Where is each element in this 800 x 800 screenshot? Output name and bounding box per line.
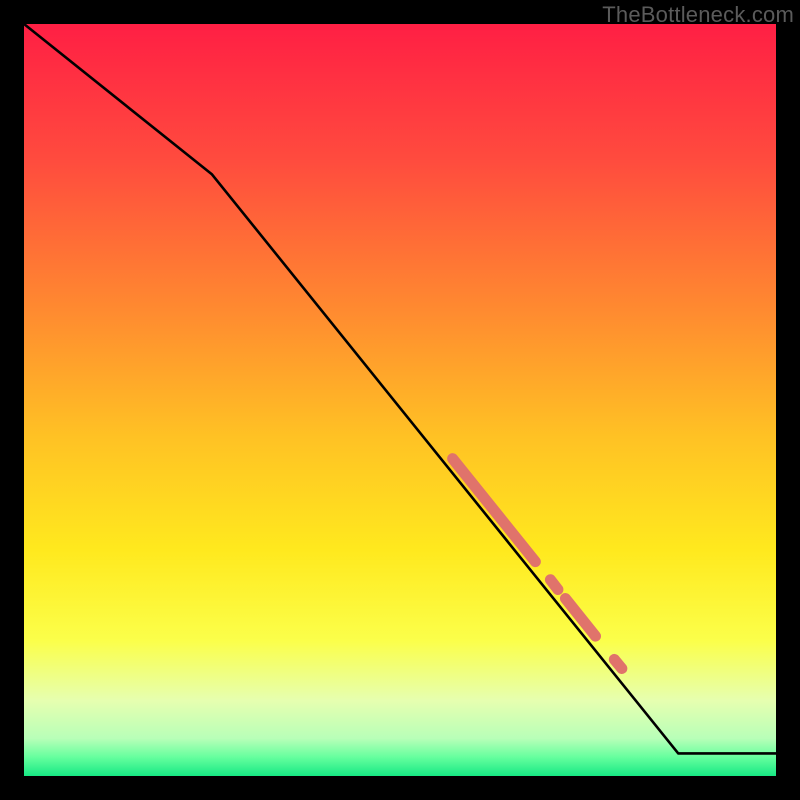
bottleneck-curve — [24, 24, 776, 753]
highlight-segments — [453, 459, 622, 669]
plot-area — [24, 24, 776, 776]
watermark-text: TheBottleneck.com — [602, 2, 794, 28]
highlight-segment — [550, 580, 558, 590]
highlight-segment — [614, 659, 622, 668]
chart-stage: TheBottleneck.com — [0, 0, 800, 800]
series-layer — [24, 24, 776, 776]
highlight-segment — [453, 459, 536, 562]
